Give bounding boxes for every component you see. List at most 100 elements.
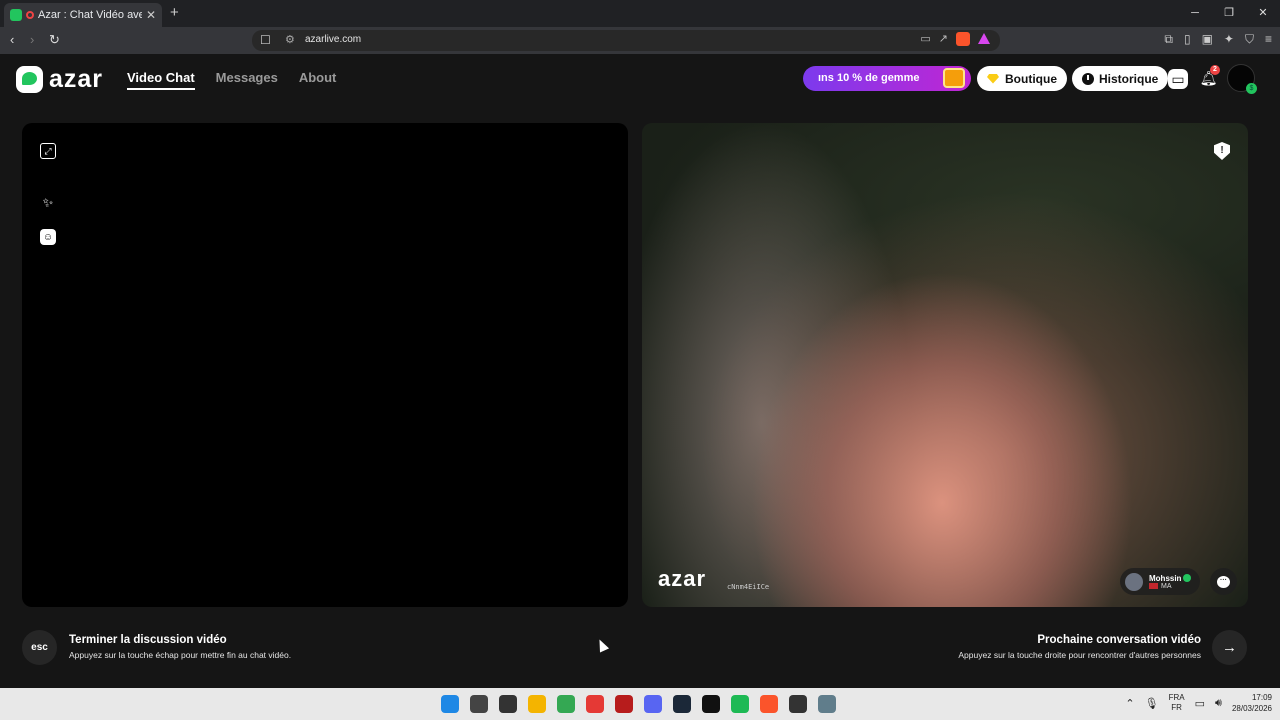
extensions-icon[interactable]: ⧉ [1164,32,1173,47]
browser-tab[interactable]: Azar : Chat Vidéo avec de no ✕ [4,3,162,27]
url-text[interactable]: azarlive.com [305,34,361,45]
azar-logo[interactable]: azar [16,65,103,94]
chevron-up-icon[interactable]: ⌃ [1125,697,1134,710]
history-button[interactable]: Historique [1072,66,1169,91]
promo-banner[interactable]: ıns 10 % de gemme [803,66,971,91]
app-icon[interactable] [615,695,633,713]
gem-icon [987,73,999,84]
settings-icon[interactable] [818,695,836,713]
close-window-button[interactable]: ✕ [1246,0,1280,27]
browser-toolbar: ‹ › ↻ ☐ ⚙ azarlive.com ▭ ↗ ⧉ ▯ ▣ ✦ ⛉ ≡ [0,27,1280,54]
azar-watermark: azar [658,566,707,591]
magic-wand-icon[interactable]: ✨︎ [40,195,56,211]
language-indicator[interactable]: FRA FR [1169,693,1185,713]
vpn-icon[interactable]: ⛉ [1245,32,1254,47]
windows-taskbar: ⌃ 🎙︎ FRA FR ▭ 🔊︎ 17:09 28/03/2026 [0,688,1280,720]
watermark-id: cNnm4EiICe [727,583,770,591]
partner-info[interactable]: Mohssin MA [1120,568,1200,595]
chat-bubble-icon: ··· [1217,575,1230,588]
expand-icon[interactable]: ⤢ [40,143,56,159]
avatar-badge: $ [1246,83,1257,94]
task-view-icon[interactable] [499,695,517,713]
wallet-icon[interactable]: ▣ [1202,32,1213,47]
language-code: FRA [1168,693,1185,702]
menu-icon[interactable]: ≡ [1265,32,1272,47]
report-icon[interactable]: ! [1214,142,1230,160]
minimize-button[interactable]: ─ [1178,0,1212,27]
reload-icon[interactable]: ↻ [49,32,60,48]
back-icon[interactable]: ‹ [10,32,14,47]
taskbar-apps [441,695,836,713]
next-chat-hint: Prochaine conversation vidéo Appuyez sur… [958,634,1201,660]
clock-time: 17:09 [1251,693,1272,702]
next-chat-button[interactable]: → [1212,630,1247,665]
sidebar-icon[interactable]: ▯ [1184,32,1191,47]
app-icon[interactable] [789,695,807,713]
leo-ai-icon[interactable]: ✦ [1224,32,1234,47]
next-chat-title: Prochaine conversation vidéo [1037,634,1201,646]
face-filter-icon[interactable]: ☺ [40,229,56,245]
partner-avatar [1125,572,1143,591]
verified-icon [1183,574,1192,583]
maximize-button[interactable]: ❐ [1212,0,1246,27]
azar-logo-icon [16,66,43,93]
tab-title: Azar : Chat Vidéo avec de no [38,9,142,21]
close-tab-icon[interactable]: ✕ [146,8,156,22]
window-controls: ─ ❐ ✕ [1178,0,1280,27]
clock-icon [1082,72,1094,85]
keyboard-layout: FR [1171,703,1182,712]
microphone-icon[interactable]: 🎙︎ [1145,697,1159,710]
search-icon[interactable] [470,695,488,713]
network-icon[interactable]: ▭ [1195,697,1205,710]
cast-icon[interactable]: ▭ [920,32,930,46]
end-chat-title: Terminer la discussion vidéo [69,634,227,646]
app-icon[interactable] [702,695,720,713]
chrome-icon[interactable] [557,695,575,713]
azar-app: azar Video Chat Messages About ıns 10 % … [0,54,1280,688]
end-chat-button[interactable]: esc [22,630,57,665]
partner-country: MA [1161,582,1172,590]
azar-favicon-icon [10,9,22,21]
steam-icon[interactable] [673,695,691,713]
address-bar[interactable]: ☐ ⚙ azarlive.com ▭ ↗ [252,30,1000,51]
system-clock[interactable]: 17:09 28/03/2026 [1232,692,1272,714]
start-icon[interactable] [441,695,459,713]
avatar[interactable]: $ [1227,64,1257,94]
end-chat-hint: Terminer la discussion vidéo Appuyez sur… [69,634,291,660]
morocco-flag-icon [1149,583,1158,589]
recording-icon [26,11,34,19]
discord-icon[interactable] [644,695,662,713]
browser-tab-strip: Azar : Chat Vidéo avec de no ✕ + ─ ❐ ✕ [0,0,1280,27]
nav-video-chat[interactable]: Video Chat [127,70,195,90]
clock-date: 28/03/2026 [1231,704,1272,713]
share-icon[interactable]: ↗ [939,32,948,46]
notification-badge: 2 [1210,65,1220,75]
next-chat-subtitle: Appuyez sur la touche droite pour rencon… [958,650,1201,660]
nav-about[interactable]: About [299,70,337,90]
brave-icon[interactable] [760,695,778,713]
inbox-icon[interactable]: ▭ [1168,69,1188,89]
shop-button[interactable]: Boutique [977,66,1067,91]
site-info-icon[interactable]: ⚙ [285,33,295,46]
bookmark-icon[interactable]: ☐ [260,33,271,47]
logo-text: azar [49,65,104,93]
new-tab-button[interactable]: + [170,4,179,21]
file-explorer-icon[interactable] [528,695,546,713]
volume-icon[interactable]: 🔊︎ [1215,697,1222,710]
history-label: Historique [1099,71,1159,86]
mouse-cursor [594,637,610,653]
chat-button[interactable]: ··· [1210,568,1237,595]
remote-video-panel: ! azar cNnm4EiICe Mohssin MA ··· [642,123,1248,607]
nav-messages[interactable]: Messages [216,70,278,90]
spotify-icon[interactable] [731,695,749,713]
local-video-panel: ⤢ ✨︎ ☺ [22,123,628,607]
end-chat-subtitle: Appuyez sur la touche échap pour mettre … [69,650,292,660]
promo-text: ıns 10 % de gemme [818,72,920,84]
shop-label: Boutique [1005,71,1057,86]
partner-name: Mohssin [1149,573,1182,583]
forward-icon[interactable]: › [30,32,34,47]
brave-rewards-icon[interactable] [978,33,990,44]
app-icon[interactable] [586,695,604,713]
brave-shields-icon[interactable] [956,32,970,46]
treasure-chest-icon [943,68,965,88]
